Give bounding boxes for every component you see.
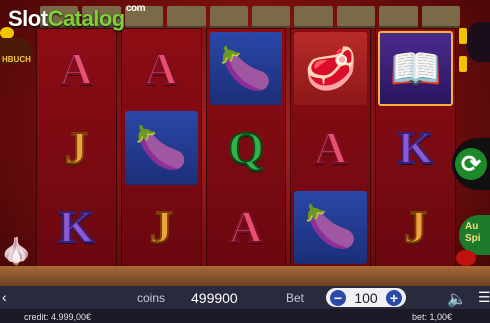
coins-value: 499900 <box>191 290 238 306</box>
bet-decrease-button[interactable]: − <box>330 289 346 306</box>
credit-text: credit: 4.999,00€ <box>24 312 92 322</box>
pepper-icon <box>456 250 476 266</box>
book-icon: 📖 <box>389 44 442 92</box>
symbol-a: A <box>59 42 94 94</box>
info-button[interactable] <box>466 22 490 62</box>
reel-cell: A <box>122 29 201 108</box>
reel-3: 🍆 Q A <box>205 28 287 268</box>
bet-stepper: − 100 + <box>326 288 406 307</box>
reel-5: 📖 K J <box>375 28 456 268</box>
symbol-j: J <box>64 121 89 173</box>
symbol-a: A <box>144 42 179 94</box>
reel-cell: K <box>37 188 116 267</box>
reel-cell: A <box>291 108 370 187</box>
brand-catalog: Catalog <box>47 6 126 31</box>
reel-cell: J <box>122 188 201 267</box>
reel-cell: 🍆 <box>122 108 201 187</box>
reel-cell: 📖 <box>376 29 455 108</box>
control-panel: ‹ coins 499900 Bet − 100 + 🔈 ☰ <box>0 286 490 309</box>
payline-marker-top <box>459 28 467 44</box>
eggplant-icon: 🍆 <box>219 44 273 92</box>
steak-icon: 🥩 <box>304 44 357 92</box>
reel-cell: J <box>37 108 116 187</box>
brand-slot: Slot <box>8 6 48 31</box>
symbol-k: K <box>397 121 435 173</box>
bet-value: 100 <box>354 289 378 306</box>
bet-increase-button[interactable]: + <box>385 289 402 306</box>
back-icon[interactable]: ‹ <box>2 289 7 305</box>
spin-icon: ⟳ <box>455 148 487 180</box>
reel-4: 🥩 A 🍆 <box>290 28 372 268</box>
sound-icon[interactable]: 🔈 <box>447 289 467 309</box>
symbol-q: Q <box>227 121 265 173</box>
reel-cell: K <box>376 108 455 187</box>
wood-counter <box>0 266 490 286</box>
symbol-k: K <box>58 201 96 253</box>
reel-2: A 🍆 J <box>120 28 202 268</box>
reel-cell: 🍆 <box>207 29 286 108</box>
bet-label: Bet <box>286 291 305 305</box>
left-badge: HBUCH <box>0 38 32 64</box>
brand-com: com <box>126 3 146 14</box>
menu-icon[interactable]: ☰ <box>478 289 490 306</box>
reel-cell: 🥩 <box>291 29 370 108</box>
reel-cell: Q <box>207 108 286 187</box>
payline-marker <box>459 56 467 72</box>
reel-grid: A J K A 🍆 J 🍆 Q A 🥩 A 🍆 📖 K J <box>36 28 456 268</box>
symbol-j: J <box>149 201 174 253</box>
reel-1: AJK <box>36 28 117 268</box>
reel-cell: A <box>37 29 116 108</box>
symbol-a: A <box>313 121 348 173</box>
reel-cell: 🍆 <box>291 188 370 267</box>
bet-text: bet: 1,00€ <box>412 312 453 322</box>
symbol-a: A <box>228 201 263 253</box>
reel-cell: J <box>376 188 455 267</box>
coins-label: coins <box>137 291 166 305</box>
eggplant-icon: 🍆 <box>135 123 188 171</box>
eggplant-icon: 🍆 <box>304 203 357 251</box>
brand-logo: SlotCatalog com <box>8 3 146 32</box>
symbol-j: J <box>403 201 428 253</box>
reel-cell: A <box>207 188 286 267</box>
garlic-icon: 🧄 <box>0 236 33 266</box>
